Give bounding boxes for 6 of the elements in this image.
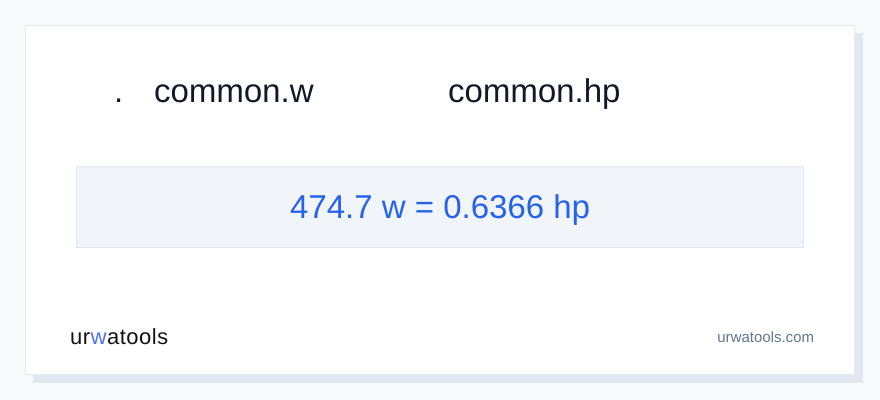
site-url: urwatools.com bbox=[717, 328, 814, 346]
logo: urwatools bbox=[70, 324, 169, 350]
to-unit: common.hp bbox=[448, 72, 620, 110]
result-panel: 474.7 w = 0.6366 hp bbox=[76, 166, 804, 248]
from-unit: common.w bbox=[154, 72, 315, 110]
bullet: . bbox=[114, 72, 124, 110]
